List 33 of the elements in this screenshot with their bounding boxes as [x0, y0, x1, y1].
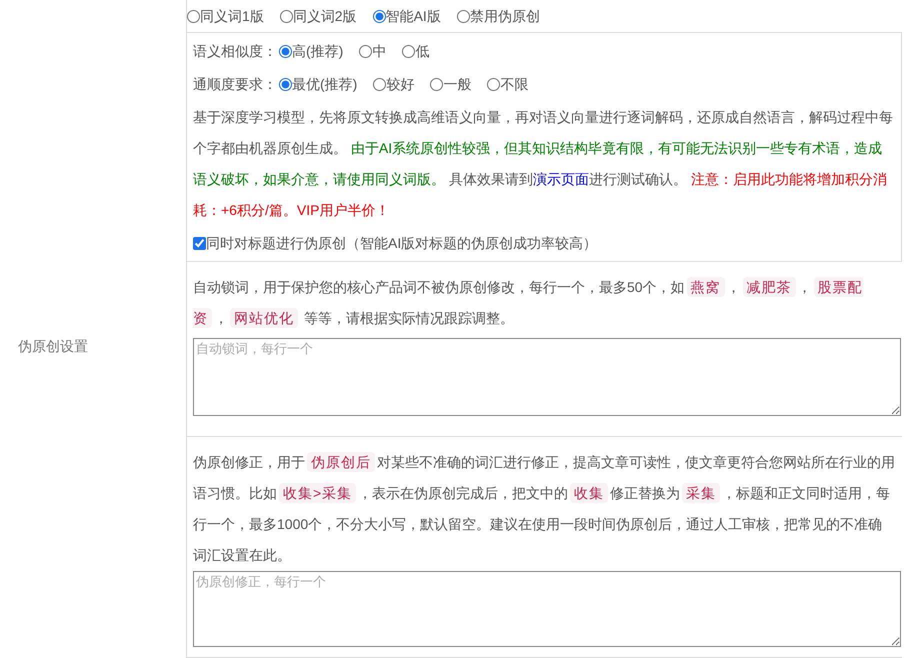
version-radio[interactable] [456, 10, 470, 22]
radio-label: 同义词1版 [200, 6, 264, 26]
lock-words-description: 自动锁词，用于保护您的核心产品词不被伪原创修改，每行一个，最多50个，如 燕窝 ， 减肥茶 ， 股票配资 ， 网站优化 等等，请根据实际情况跟踪调整。 [193, 276, 864, 330]
radio-label: 较好 [386, 74, 414, 94]
similarity-radio[interactable] [279, 45, 292, 58]
radio-label: 低 [415, 42, 430, 61]
radio-label: 一般 [443, 74, 472, 94]
version-radio[interactable] [372, 10, 386, 22]
similarity-radio[interactable] [359, 45, 372, 58]
correction-field[interactable]: 伪原创修正，每行一个 [193, 571, 901, 647]
version-radio[interactable] [187, 10, 200, 22]
title-checkbox[interactable] [193, 236, 206, 250]
fluency-radio[interactable] [430, 78, 444, 90]
radio-label: 同义词2版 [292, 6, 357, 26]
settings-label: 伪原创设置 [18, 336, 88, 356]
ai-description: 基于深度学习模型，先将原文转换成高维语义向量，再对语义向量进行逐词解码，还原成自然语言，解码过程中每个字都由机器原创生成。 由于AI系统原创性较强，但其知识结构毕竟有限，有可能无法识别一些专有术语，造成语义破坏，如果介意，请使用同义词版。 具体效果请到演示页面进行测试确认。 注意：启用此功能将增加积分消耗：+6积分/篇。VIP用户半价！ [193, 108, 894, 220]
radio-label: 智能AI版 [386, 6, 441, 26]
radio-label: 最优(推荐) [292, 74, 358, 94]
similarity-label: 语义相似度： [193, 42, 277, 61]
similarity-radio[interactable] [402, 45, 416, 58]
radio-label: 禁用伪原创 [470, 6, 540, 26]
radio-label: 不限 [500, 74, 528, 94]
radio-label: 中 [372, 42, 386, 61]
version-radio[interactable] [280, 10, 293, 22]
correction-description: 伪原创修正，用于 伪原创后 对某些不准确的词汇进行修正，提高文章可读性，使文章更符合您网站所在行业的用语习惯。比如 收集>采集 ，表示在伪原创完成后，把文中的 收集 修正替换为 采集 ，标题和正文同时适用，每行一个，最多1000个，不分大小写，默认留空。建议在使用一段时间伪原创后，通过人工审核，把常见的不准确词汇设置在此。 [193, 451, 896, 565]
fluency-radio[interactable] [487, 78, 500, 90]
fluency-label: 通顺度要求： [193, 74, 277, 94]
lock-words-field[interactable]: 自动锁词，每行一个 [193, 338, 901, 416]
fluency-radio[interactable] [373, 78, 386, 90]
radio-label: 高(推荐) [292, 42, 344, 61]
fluency-radio[interactable] [279, 78, 292, 90]
demo-page-link[interactable]: 演示页面 [532, 171, 589, 187]
checkbox-label: 同时对标题进行伪原创（智能AI版对标题的伪原创成功率较高） [206, 234, 598, 252]
